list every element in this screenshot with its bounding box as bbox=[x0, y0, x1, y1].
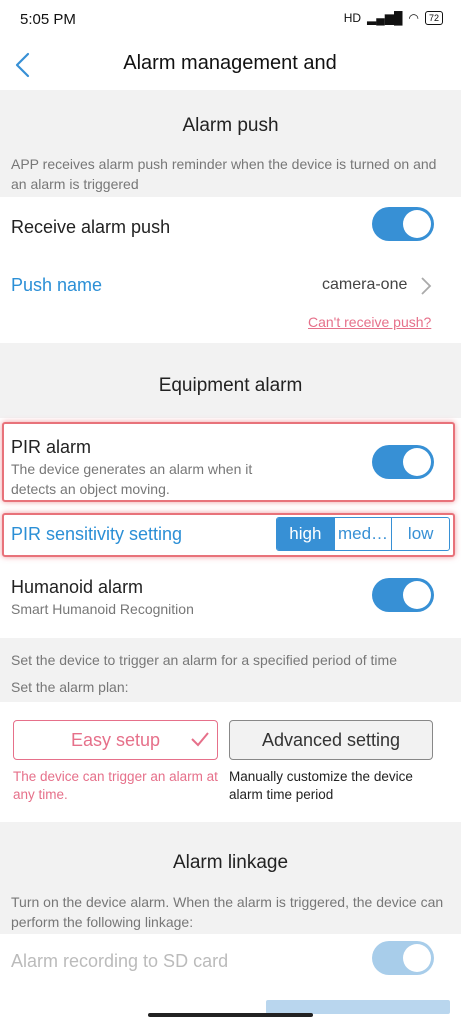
easy-setup-caption: The device can trigger an alarm at any t… bbox=[13, 769, 218, 802]
section-heading-alarm-push: Alarm push bbox=[182, 115, 279, 136]
alarm-plan-prompt: Set the alarm plan: bbox=[11, 679, 129, 695]
home-indicator[interactable] bbox=[148, 1013, 313, 1017]
advanced-setting-caption: Manually customize the device alarm time… bbox=[229, 769, 413, 802]
back-arrow-icon[interactable] bbox=[10, 50, 40, 80]
humanoid-alarm-toggle[interactable] bbox=[372, 578, 434, 612]
receive-alarm-push-label: Receive alarm push bbox=[11, 217, 171, 237]
sensitivity-option-medium[interactable]: med… bbox=[333, 518, 392, 550]
push-name-label: Push name bbox=[11, 275, 103, 295]
easy-setup-label: Easy setup bbox=[70, 729, 161, 750]
status-time: 5:05 PM bbox=[20, 11, 76, 28]
easy-setup-button[interactable]: Easy setup bbox=[13, 720, 218, 760]
alarm-linkage-description: Turn on the device alarm. When the alarm… bbox=[11, 894, 444, 930]
wifi-icon: ◠ bbox=[408, 11, 419, 25]
checkmark-icon bbox=[191, 732, 209, 747]
sensitivity-option-high[interactable]: high bbox=[277, 518, 334, 550]
alarm-plan-description: Set the device to trigger an alarm for a… bbox=[11, 652, 397, 668]
advanced-setting-button[interactable]: Advanced setting bbox=[229, 720, 433, 760]
system-icons: HD ▂▄▆█ ◠ 72 bbox=[344, 11, 443, 25]
page-title: Alarm management and bbox=[123, 52, 337, 74]
pir-alarm-toggle[interactable] bbox=[372, 445, 434, 479]
sd-recording-toggle[interactable] bbox=[372, 941, 434, 975]
push-name-value[interactable]: camera-one bbox=[322, 276, 407, 294]
cant-receive-push-link[interactable]: Can't receive push? bbox=[308, 314, 431, 330]
section-heading-alarm-linkage: Alarm linkage bbox=[172, 852, 289, 873]
sd-recording-label: Alarm recording to SD card bbox=[11, 951, 229, 971]
chevron-right-icon[interactable] bbox=[420, 276, 432, 296]
section-heading-equipment-alarm: Equipment alarm bbox=[158, 375, 303, 396]
humanoid-alarm-description: Smart Humanoid Recognition bbox=[11, 601, 194, 617]
receive-alarm-push-toggle[interactable] bbox=[372, 207, 434, 241]
pir-alarm-description: The device generates an alarm when it de… bbox=[11, 461, 253, 497]
pir-sensitivity-label: PIR sensitivity setting bbox=[11, 524, 183, 544]
humanoid-alarm-label: Humanoid alarm bbox=[11, 577, 144, 597]
partial-segmented-control bbox=[266, 1000, 450, 1014]
battery-icon: 72 bbox=[424, 11, 443, 25]
sensitivity-option-low[interactable]: low bbox=[391, 518, 449, 550]
pir-alarm-label: PIR alarm bbox=[11, 437, 92, 457]
pir-sensitivity-segmented-control: high med… low bbox=[276, 517, 450, 551]
advanced-setting-label: Advanced setting bbox=[261, 729, 401, 750]
signal-icon: ▂▄▆█ bbox=[367, 11, 403, 25]
alarm-push-description: APP receives alarm push reminder when th… bbox=[11, 156, 437, 192]
network-label: HD bbox=[343, 11, 362, 25]
